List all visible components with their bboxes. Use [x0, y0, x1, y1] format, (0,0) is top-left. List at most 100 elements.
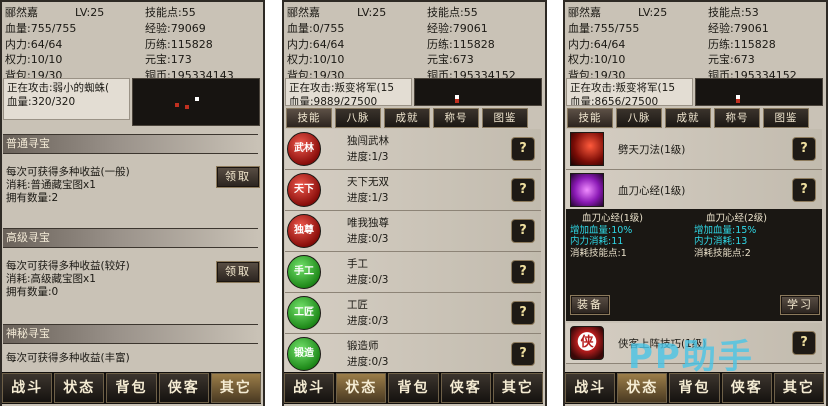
list-item[interactable]: 独尊 唯我独尊 进度:0/3? — [285, 211, 541, 252]
help-icon[interactable]: ? — [511, 301, 535, 325]
learn-button[interactable]: 学习 — [780, 295, 820, 315]
tab-titles[interactable]: 称号 — [433, 108, 479, 128]
detail-hp-bonus: 增加血量:15% — [694, 224, 757, 236]
help-icon[interactable]: ? — [511, 342, 535, 366]
tab-skills[interactable]: 技能 — [567, 108, 613, 128]
achievement-duzun-icon: 独尊 — [287, 214, 321, 248]
mp-stat: 内力:64/64 — [287, 37, 345, 51]
skill-points: 技能点:55 — [145, 6, 196, 19]
char-level: LV:25 — [357, 6, 387, 19]
achievement-name: 手工 — [347, 258, 368, 270]
hp-stat: 血量:0/755 — [287, 21, 345, 35]
equip-button[interactable]: 装备 — [570, 295, 610, 315]
attack-target: 正在攻击:叛变将军(15 — [289, 82, 394, 94]
ingot-stat: 元宝:673 — [708, 53, 755, 67]
help-icon[interactable]: ? — [511, 137, 535, 161]
nav-status[interactable]: 状态 — [54, 373, 105, 403]
skill-list: 劈天刀法(1级) ? 血刀心经(1级) ? — [566, 129, 822, 211]
detail-sp-cost: 消耗技能点:2 — [694, 247, 751, 259]
detail-next: 血刀心经(2级) 增加血量:15% 内力消耗:13 消耗技能点:2 — [694, 213, 767, 259]
mini-map[interactable] — [414, 78, 542, 106]
achievement-duanzao-icon: 锻造 — [287, 337, 321, 371]
map-marker-enemy — [175, 103, 179, 107]
list-item[interactable]: 劈天刀法(1级) ? — [566, 129, 822, 170]
list-item[interactable]: 天下 天下无双 进度:1/3? — [285, 170, 541, 211]
help-icon[interactable]: ? — [511, 260, 535, 284]
treasure-title: 神秘寻宝 — [3, 324, 258, 344]
treasure-count: 拥有数量:0 — [6, 286, 59, 298]
char-level: LV:25 — [75, 6, 105, 19]
detail-title: 血刀心经(1级) — [582, 213, 643, 224]
nav-battle[interactable]: 战斗 — [284, 373, 335, 403]
nav-heroes[interactable]: 侠客 — [158, 373, 209, 403]
claim-button[interactable]: 领取 — [216, 261, 260, 283]
mini-map[interactable] — [695, 78, 823, 106]
nav-other[interactable]: 其它 — [492, 373, 544, 403]
tab-achievements[interactable]: 成就 — [665, 108, 711, 128]
attack-status: 正在攻击:叛变将军(15 血量:8656/27500 — [566, 78, 693, 106]
exp-stat: 经验:79061 — [427, 21, 488, 35]
attack-target: 正在攻击:叛变将军(15 — [570, 82, 675, 94]
list-item[interactable]: 工匠 工匠 进度:0/3? — [285, 293, 541, 334]
skill-detail: 血刀心经(1级) 增加血量:10% 内力消耗:11 消耗技能点:1 血刀心经(2… — [566, 209, 822, 321]
map-marker-player — [736, 95, 740, 99]
treasure-count: 拥有数量:2 — [6, 192, 59, 204]
help-icon[interactable]: ? — [792, 331, 816, 355]
nav-status[interactable]: 状态 — [336, 373, 387, 403]
power-stat: 权力:10/10 — [5, 53, 63, 67]
nav-heroes[interactable]: 侠客 — [440, 373, 491, 403]
treasure-desc: 每次可获得多种收益(丰富) — [6, 352, 130, 364]
enemy-hp: 血量:9889/27500 — [289, 96, 378, 106]
nav-bag[interactable]: 背包 — [388, 373, 439, 403]
hero-skill-icon: 侠 — [570, 326, 604, 360]
help-icon[interactable]: ? — [792, 178, 816, 202]
nav-battle[interactable]: 战斗 — [2, 373, 53, 403]
tab-meridians[interactable]: 八脉 — [335, 108, 381, 128]
help-icon[interactable]: ? — [511, 219, 535, 243]
achievement-list: 武林 独闯武林 进度:1/3? 天下 天下无双 进度:1/3? 独尊 唯我独尊 进度:0/3… — [285, 129, 541, 375]
help-icon[interactable]: ? — [511, 178, 535, 202]
map-marker-enemy — [455, 99, 459, 103]
tab-meridians[interactable]: 八脉 — [616, 108, 662, 128]
claim-button[interactable]: 领取 — [216, 166, 260, 188]
nav-other[interactable]: 其它 — [210, 373, 262, 403]
ingot-stat: 元宝:173 — [145, 53, 192, 67]
tab-skills[interactable]: 技能 — [286, 108, 332, 128]
detail-current: 血刀心经(1级) 增加血量:10% 内力消耗:11 消耗技能点:1 — [570, 213, 643, 259]
help-icon[interactable]: ? — [792, 137, 816, 161]
enemy-hp: 血量:8656/27500 — [570, 96, 659, 106]
list-item[interactable]: 手工 手工 进度:0/3? — [285, 252, 541, 293]
achievement-tianxia-icon: 天下 — [287, 173, 321, 207]
tab-titles[interactable]: 称号 — [714, 108, 760, 128]
blood-blade-icon — [570, 173, 604, 207]
achievement-wulin-icon: 武林 — [287, 132, 321, 166]
tab-codex[interactable]: 图鉴 — [763, 108, 809, 128]
char-level: LV:25 — [638, 6, 668, 19]
detail-mp-cost: 内力消耗:11 — [570, 236, 624, 247]
nav-other[interactable]: 其它 — [773, 373, 825, 403]
map-marker-player — [195, 97, 199, 101]
nav-bag[interactable]: 背包 — [106, 373, 157, 403]
list-item[interactable]: 武林 独闯武林 进度:1/3? — [285, 129, 541, 170]
map-marker-player — [455, 95, 459, 99]
tab-achievements[interactable]: 成就 — [384, 108, 430, 128]
power-stat: 权力:10/10 — [568, 53, 626, 67]
tab-codex[interactable]: 图鉴 — [482, 108, 528, 128]
char-name: 郦然嘉 — [568, 6, 601, 19]
skill-name: 劈天刀法(1级) — [618, 144, 686, 156]
list-item[interactable]: 锻造 锻造师 进度:0/3? — [285, 334, 541, 375]
watermark: PP助手 — [628, 337, 754, 377]
nav-battle[interactable]: 战斗 — [565, 373, 616, 403]
mini-map[interactable] — [132, 78, 260, 126]
achievement-progress: 进度:1/3 — [347, 192, 389, 204]
exp-stat: 经验:79069 — [145, 21, 206, 35]
bottom-nav: 战斗 状态 背包 侠客 其它 — [2, 372, 262, 404]
attack-status: 正在攻击:叛变将军(15 血量:9889/27500 — [285, 78, 412, 106]
achievement-progress: 进度:1/3 — [347, 151, 389, 163]
stats-block: 郦然嘉 LV:25 技能点:55 血量:0/755 经验:79061 内力:64/64… — [287, 5, 542, 84]
attack-status: 正在攻击:弱小的蜘蛛( 血量:320/320 — [3, 78, 130, 120]
treasure-title: 普通寻宝 — [3, 134, 258, 154]
list-item[interactable]: 血刀心经(1级) ? — [566, 170, 822, 211]
exp-stat: 经验:79061 — [708, 21, 769, 35]
enemy-hp: 血量:320/320 — [7, 96, 76, 108]
